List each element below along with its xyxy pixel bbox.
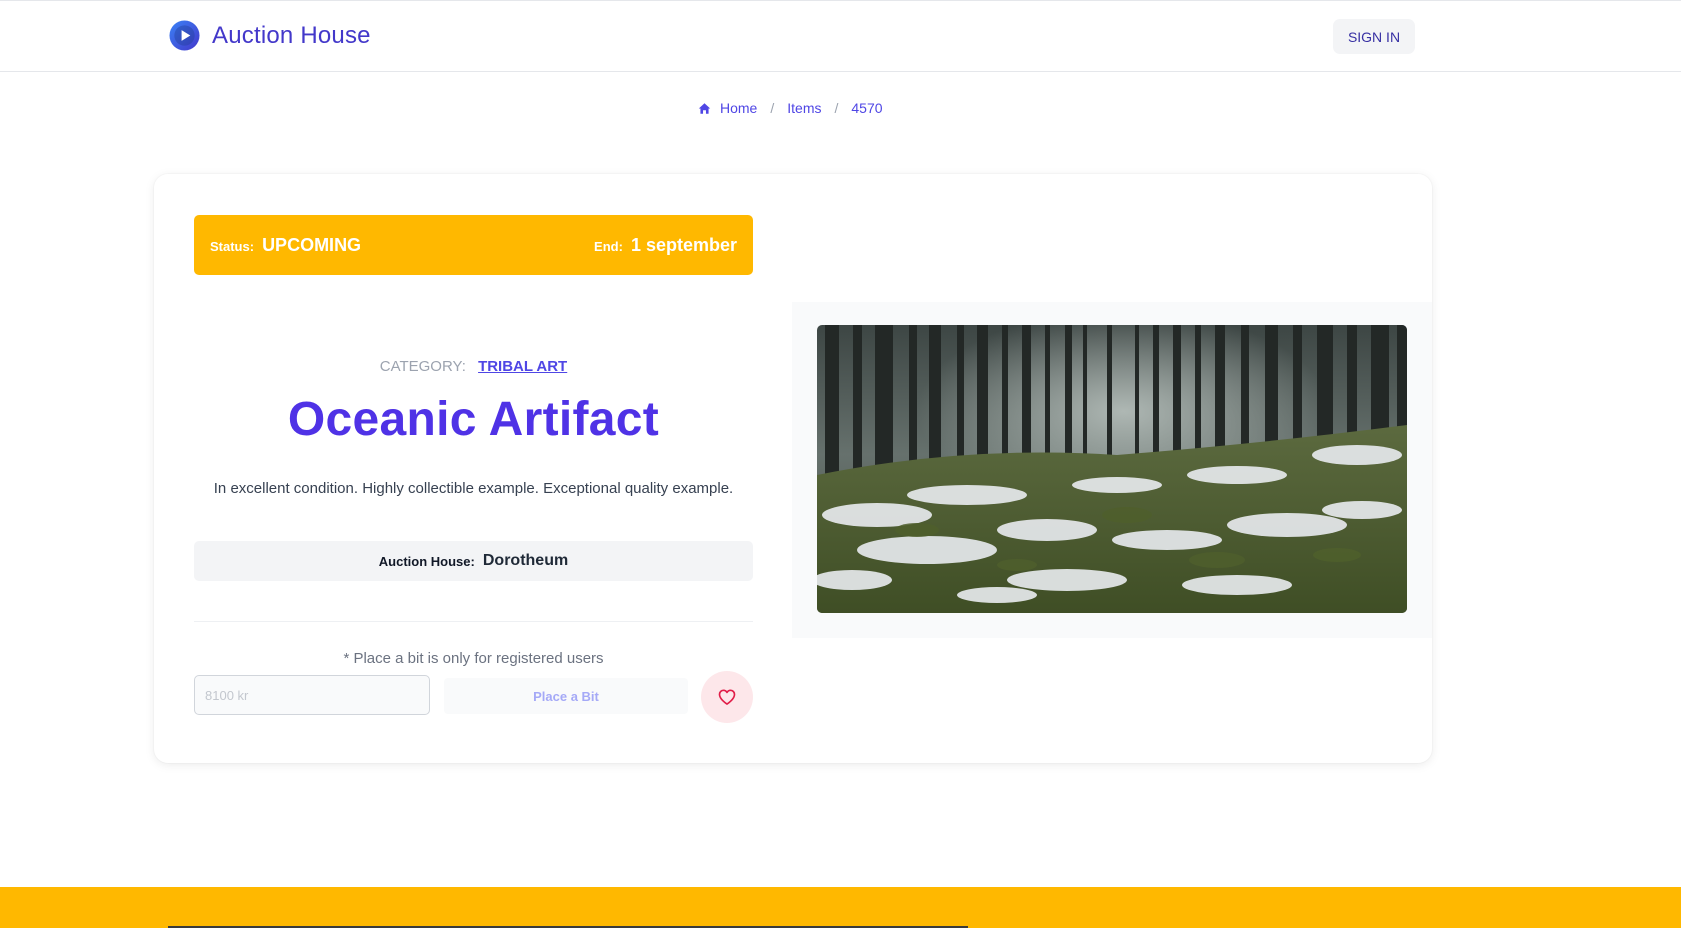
status-value: UPCOMING bbox=[262, 235, 362, 255]
sign-in-button[interactable]: SIGN IN bbox=[1333, 19, 1415, 54]
bid-amount-input[interactable] bbox=[194, 675, 430, 715]
place-bid-button[interactable]: Place a Bit bbox=[444, 678, 688, 714]
breadcrumb-current: 4570 bbox=[851, 100, 883, 116]
end-group: End: 1 september bbox=[594, 235, 737, 256]
breadcrumb: Home / Items / 4570 bbox=[698, 100, 883, 116]
item-card: Status: UPCOMING End: 1 september CATEGO… bbox=[154, 174, 1432, 763]
favorite-button[interactable] bbox=[701, 671, 753, 723]
end-label: End: bbox=[594, 239, 623, 254]
status-label: Status: bbox=[210, 239, 255, 254]
brand-name: Auction House bbox=[212, 21, 371, 49]
status-bar: Status: UPCOMING End: 1 september bbox=[194, 215, 753, 275]
footer-bar bbox=[0, 887, 1681, 928]
status-group: Status: UPCOMING bbox=[210, 235, 361, 256]
divider bbox=[194, 621, 753, 622]
breadcrumb-separator: / bbox=[770, 100, 775, 116]
auction-house-value: Dorotheum bbox=[482, 552, 569, 569]
brand[interactable]: Auction House bbox=[169, 20, 371, 51]
breadcrumb-home-link[interactable]: Home bbox=[720, 100, 757, 116]
breadcrumb-items-link[interactable]: Items bbox=[787, 100, 821, 116]
image-panel bbox=[792, 302, 1432, 638]
item-title: Oceanic Artifact bbox=[287, 393, 660, 446]
auction-house-label: Auction House: bbox=[378, 553, 475, 569]
item-description: In excellent condition. Highly collectib… bbox=[213, 480, 734, 497]
home-icon bbox=[698, 102, 711, 114]
breadcrumb-separator: / bbox=[834, 100, 839, 116]
item-photo bbox=[817, 325, 1407, 613]
heart-icon bbox=[718, 689, 736, 705]
bid-note: * Place a bit is only for registered use… bbox=[343, 650, 604, 667]
navbar: Auction House SIGN IN bbox=[0, 1, 1681, 72]
end-value: 1 september bbox=[630, 235, 737, 255]
category-label: CATEGORY: bbox=[379, 358, 466, 375]
category-line: CATEGORY: TRIBAL ART bbox=[194, 358, 753, 375]
category-link[interactable]: TRIBAL ART bbox=[478, 358, 567, 375]
auction-house-box: Auction House: Dorotheum bbox=[194, 541, 753, 581]
play-logo-icon bbox=[169, 20, 200, 51]
